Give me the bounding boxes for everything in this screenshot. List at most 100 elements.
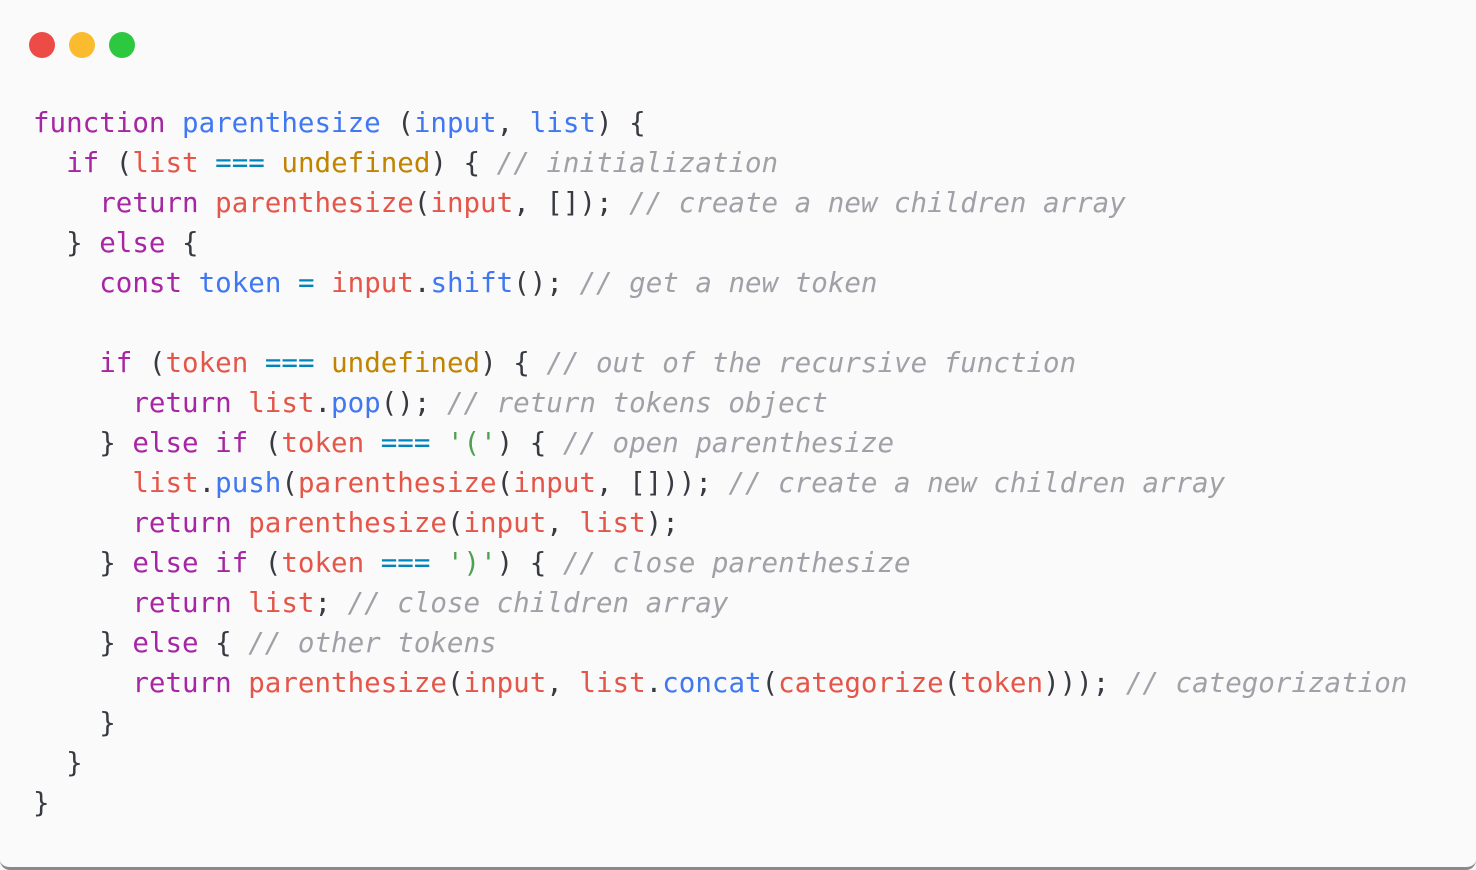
close-dot-icon[interactable] [29, 32, 55, 58]
code-token-keyword: else [99, 227, 166, 259]
code-token-punctuation [199, 147, 216, 179]
code-token-variable: parenthesize [215, 187, 414, 219]
code-line: } else { // other tokens [33, 623, 1407, 663]
code-token-punctuation: ) { [496, 547, 563, 579]
code-token-string: ')' [446, 547, 497, 579]
code-token-function: parenthesize [182, 107, 381, 139]
code-token-punctuation: . [198, 467, 216, 499]
code-token-function: input [413, 107, 497, 139]
code-token-punctuation: { [165, 227, 199, 259]
code-token-punctuation: } [33, 787, 50, 819]
code-line: } [33, 783, 1407, 823]
code-token-comment: // open parenthesize [562, 427, 895, 459]
code-token-variable: token [281, 547, 365, 579]
code-token-punctuation: ( [496, 467, 514, 499]
code-token-variable: list [132, 147, 199, 179]
code-token-punctuation [33, 667, 132, 699]
code-token-function: pop [331, 387, 381, 419]
code-token-punctuation [232, 667, 249, 699]
code-token-punctuation: , [546, 507, 580, 539]
code-token-comment: // other tokens [248, 627, 497, 659]
code-token-punctuation [364, 547, 381, 579]
code-token-punctuation: ( [380, 107, 414, 139]
code-token-punctuation: } [33, 627, 133, 659]
code-token-comment: // close parenthesize [562, 547, 911, 579]
code-token-punctuation: . [645, 667, 663, 699]
code-token-punctuation: ); [645, 507, 679, 539]
code-token-variable: input [513, 467, 596, 499]
code-token-operator: === [215, 147, 265, 179]
code-token-function: shift [430, 267, 514, 299]
code-token-punctuation: . [314, 387, 332, 419]
code-token-punctuation [33, 467, 132, 499]
code-token-punctuation [33, 267, 99, 299]
code-token-punctuation: ( [413, 187, 431, 219]
code-token-punctuation [199, 187, 216, 219]
code-token-punctuation: (); [513, 267, 580, 299]
code-line: return parenthesize(input, []); // creat… [33, 183, 1407, 223]
code-token-function: concat [662, 667, 762, 699]
code-line: return list.pop(); // return tokens obje… [33, 383, 1407, 423]
code-token-keyword: return [132, 587, 232, 619]
code-token-punctuation: ))); [1043, 667, 1110, 699]
code-token-punctuation [281, 267, 298, 299]
code-token-variable: list [248, 387, 315, 419]
code-token-punctuation: , [])); [595, 467, 729, 499]
code-token-keyword: return [132, 667, 232, 699]
code-token-variable: input [430, 187, 514, 219]
code-token-function: push [215, 467, 282, 499]
code-token-keyword: else if [132, 427, 249, 459]
code-token-variable: parenthesize [297, 467, 497, 499]
code-token-comment: // categorization [1125, 667, 1408, 699]
code-token-punctuation: ( [446, 507, 464, 539]
code-token-keyword: return [99, 187, 199, 219]
code-block: function parenthesize (input, list) { if… [33, 103, 1407, 823]
code-token-punctuation: ( [446, 667, 464, 699]
code-token-punctuation: ) { [480, 347, 547, 379]
code-line: function parenthesize (input, list) { [33, 103, 1407, 143]
code-token-punctuation [232, 507, 249, 539]
code-token-comment: // close children array [347, 587, 729, 619]
code-token-keyword: if [66, 147, 100, 179]
code-token-function: list [529, 107, 596, 139]
code-token-punctuation [315, 347, 332, 379]
code-line: list.push(parenthesize(input, [])); // c… [33, 463, 1407, 503]
code-token-variable: list [132, 467, 199, 499]
code-token-punctuation: } [33, 227, 100, 259]
code-token-punctuation [165, 107, 182, 139]
code-token-punctuation: ( [943, 667, 961, 699]
code-window: function parenthesize (input, list) { if… [0, 0, 1476, 870]
code-token-punctuation [33, 187, 99, 219]
code-token-punctuation: } [33, 747, 83, 779]
code-line: } [33, 743, 1407, 783]
code-token-variable: categorize [778, 667, 944, 699]
code-token-punctuation [33, 507, 132, 539]
code-token-punctuation [430, 427, 447, 459]
code-token-punctuation: , []); [513, 187, 630, 219]
code-token-punctuation [33, 147, 66, 179]
code-token-punctuation: . [413, 267, 431, 299]
code-token-variable: input [331, 267, 414, 299]
code-token-punctuation: ( [132, 347, 166, 379]
code-token-punctuation: ) { [496, 427, 563, 459]
code-token-comment: // create a new children array [728, 467, 1226, 499]
code-token-punctuation [232, 387, 249, 419]
code-token-punctuation: , [546, 667, 580, 699]
code-token-variable: token [960, 667, 1044, 699]
code-token-operator: === [264, 347, 315, 379]
code-token-constant: undefined [331, 347, 481, 379]
zoom-dot-icon[interactable] [109, 32, 135, 58]
code-token-string: '(' [446, 427, 497, 459]
code-token-punctuation [33, 347, 99, 379]
code-line: return parenthesize(input, list.concat(c… [33, 663, 1407, 703]
minimize-dot-icon[interactable] [69, 32, 95, 58]
code-token-operator: === [380, 547, 431, 579]
code-token-punctuation: ( [248, 547, 282, 579]
code-token-punctuation: ( [99, 147, 133, 179]
code-token-punctuation [1109, 667, 1126, 699]
code-token-punctuation: } [33, 547, 133, 579]
code-token-punctuation [315, 267, 332, 299]
code-token-punctuation: , [496, 107, 530, 139]
code-line: return list; // close children array [33, 583, 1407, 623]
